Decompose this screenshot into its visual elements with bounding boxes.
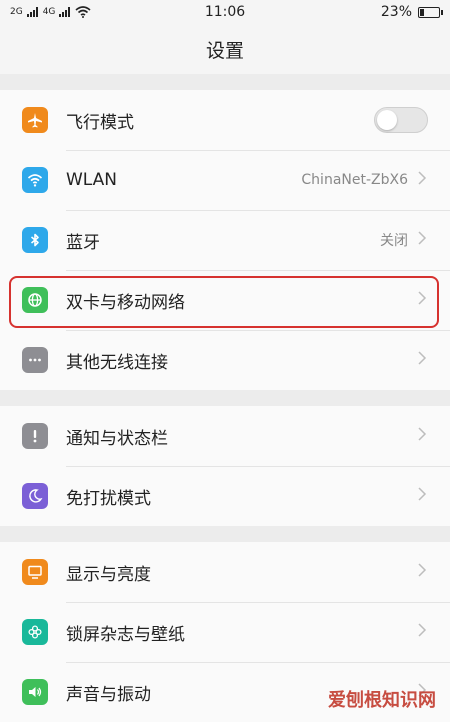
exclamation-icon <box>22 423 48 449</box>
globe-icon <box>22 287 48 313</box>
status-bar: 2G 4G 11:06 23% <box>0 0 450 24</box>
settings-row-label: 其他无线连接 <box>66 352 168 373</box>
watermark: 爱刨根知识网 <box>328 690 436 711</box>
page-title: 设置 <box>205 39 244 62</box>
chevron-right-icon <box>416 350 428 370</box>
settings-row-label: 锁屏杂志与壁纸 <box>66 624 185 645</box>
settings-row[interactable]: 锁屏杂志与壁纸 <box>0 602 450 662</box>
speaker-icon <box>22 679 48 705</box>
flower-icon <box>22 619 48 645</box>
monitor-icon <box>22 559 48 585</box>
chevron-right-icon <box>416 290 428 310</box>
settings-row-label: 免打扰模式 <box>66 488 151 509</box>
settings-row[interactable]: 显示与亮度 <box>0 542 450 602</box>
settings-row-value: 关闭 <box>380 233 408 249</box>
settings-row-label: 通知与状态栏 <box>66 428 168 449</box>
clock: 11:06 <box>204 4 246 20</box>
settings-row-label: 飞行模式 <box>66 112 134 133</box>
settings-row-value: ChinaNet-ZbX6 <box>301 172 408 188</box>
section-gap <box>0 526 450 542</box>
settings-row-label: 显示与亮度 <box>66 564 151 585</box>
toggle-knob <box>377 110 397 130</box>
airplane-icon <box>22 107 48 133</box>
settings-row[interactable]: 免打扰模式 <box>0 466 450 526</box>
settings-row[interactable]: WLAN ChinaNet-ZbX6 <box>0 150 450 210</box>
section-gap <box>0 390 450 406</box>
settings-group: 飞行模式 WLAN ChinaNet-ZbX6 蓝牙 关闭双卡与移动网络 其他无线连接 <box>0 90 450 390</box>
settings-row[interactable]: 其他无线连接 <box>0 330 450 390</box>
settings-group: 通知与状态栏 免打扰模式 <box>0 406 450 526</box>
settings-row-label: 蓝牙 <box>66 232 100 253</box>
settings-row[interactable]: 飞行模式 <box>0 90 450 150</box>
chevron-right-icon <box>416 426 428 446</box>
settings-list: 飞行模式 WLAN ChinaNet-ZbX6 蓝牙 关闭 双卡与移动网络 其他无线连接 通知… <box>0 74 450 722</box>
settings-row[interactable]: 双卡与移动网络 <box>0 270 450 330</box>
battery-icon <box>418 6 443 18</box>
settings-row[interactable]: 蓝牙 关闭 <box>0 210 450 270</box>
chevron-right-icon <box>416 562 428 582</box>
chevron-right-icon <box>416 170 428 190</box>
settings-row-label: WLAN <box>66 170 118 190</box>
settings-row[interactable]: 通知与状态栏 <box>0 406 450 466</box>
bluetooth-icon <box>22 227 48 253</box>
moon-icon <box>22 483 48 509</box>
airplane-mode-toggle[interactable] <box>374 107 428 133</box>
section-gap <box>0 74 450 90</box>
chevron-right-icon <box>416 622 428 642</box>
wifi-icon <box>22 167 48 193</box>
chevron-right-icon <box>416 486 428 506</box>
battery-fill <box>420 8 424 16</box>
more-dots-icon <box>22 347 48 373</box>
settings-row-label: 双卡与移动网络 <box>66 292 185 313</box>
chevron-right-icon <box>416 230 428 250</box>
